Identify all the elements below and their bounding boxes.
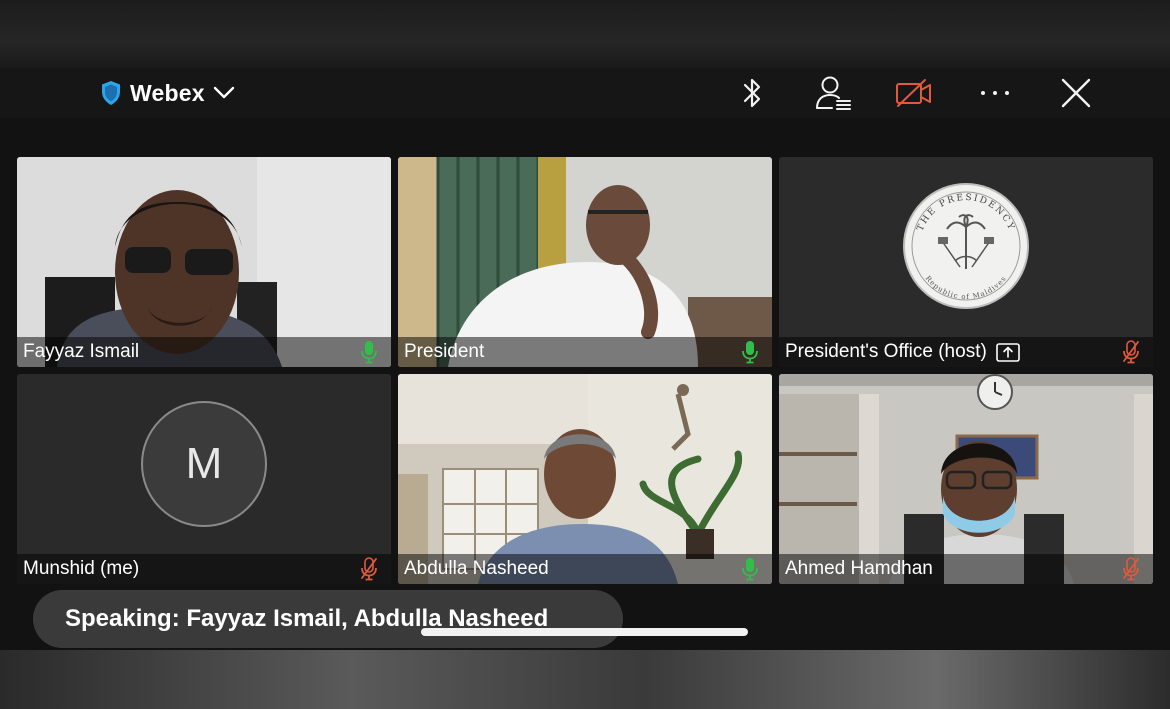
- video-off-icon: [896, 79, 931, 107]
- speaking-banner: Speaking: Fayyaz Ismail, Abdulla Nasheed: [33, 590, 623, 648]
- chevron-down-icon: [213, 86, 234, 99]
- participant-video: [398, 157, 772, 367]
- participant-name: President's Office (host): [785, 341, 987, 362]
- nameplate: Fayyaz Ismail: [17, 337, 391, 367]
- video-grid: Fayyaz Ismail President THE PRESIDENCY R…: [0, 118, 1170, 650]
- participant-video: [17, 157, 391, 367]
- close-icon: [1061, 78, 1091, 108]
- participant-name: Abdulla Nasheed: [404, 558, 549, 579]
- nameplate: President: [398, 337, 772, 367]
- participant-name: Ahmed Hamdhan: [785, 558, 933, 579]
- mic-on-icon: [742, 341, 758, 364]
- shield-icon: [102, 81, 120, 105]
- participant-tile-abdulla-nasheed[interactable]: Abdulla Nasheed: [398, 374, 772, 584]
- bluetooth-button[interactable]: [733, 74, 771, 112]
- participant-name: President: [404, 341, 485, 362]
- app-switcher[interactable]: Webex: [100, 78, 235, 108]
- participant-tile-fayyaz[interactable]: Fayyaz Ismail: [17, 157, 391, 367]
- app-title: Webex: [130, 79, 205, 106]
- mic-on-icon: [361, 341, 377, 364]
- participant-tile-munshid[interactable]: M Munshid (me): [17, 374, 391, 584]
- participant-tile-president[interactable]: President: [398, 157, 772, 367]
- mic-muted-icon: [1123, 340, 1139, 364]
- more-options-button[interactable]: [976, 74, 1014, 112]
- leave-meeting-button[interactable]: [1057, 74, 1095, 112]
- home-indicator[interactable]: [421, 628, 748, 636]
- participants-button[interactable]: [814, 74, 852, 112]
- bluetooth-icon: [743, 78, 761, 108]
- participant-tile-ahmed-hamdhan[interactable]: Ahmed Hamdhan: [779, 374, 1153, 584]
- more-icon: [981, 91, 1009, 95]
- avatar: M: [141, 401, 267, 527]
- participant-video: [779, 374, 1153, 584]
- participant-tile-presidents-office[interactable]: THE PRESIDENCY Republic of Maldives Pres…: [779, 157, 1153, 367]
- nameplate: Abdulla Nasheed: [398, 554, 772, 584]
- participant-name: Fayyaz Ismail: [23, 341, 140, 362]
- participant-name: Munshid (me): [23, 558, 140, 579]
- bottom-blur-band: [0, 650, 1170, 709]
- video-toggle-button[interactable]: [895, 74, 933, 112]
- share-screen-icon: [996, 343, 1020, 362]
- nameplate: Ahmed Hamdhan: [779, 554, 1153, 584]
- meeting-toolbar: Webex: [0, 68, 1170, 118]
- mic-on-icon: [742, 558, 758, 581]
- participants-icon: [816, 76, 851, 110]
- presidency-seal-logo: THE PRESIDENCY Republic of Maldives: [779, 157, 1153, 367]
- top-blur-band: [0, 0, 1170, 68]
- nameplate: President's Office (host): [779, 337, 1153, 367]
- participant-video: [398, 374, 772, 584]
- nameplate: Munshid (me): [17, 554, 391, 584]
- avatar-initial: M: [185, 439, 223, 488]
- mic-muted-icon: [361, 557, 377, 581]
- mic-muted-icon: [1123, 557, 1139, 581]
